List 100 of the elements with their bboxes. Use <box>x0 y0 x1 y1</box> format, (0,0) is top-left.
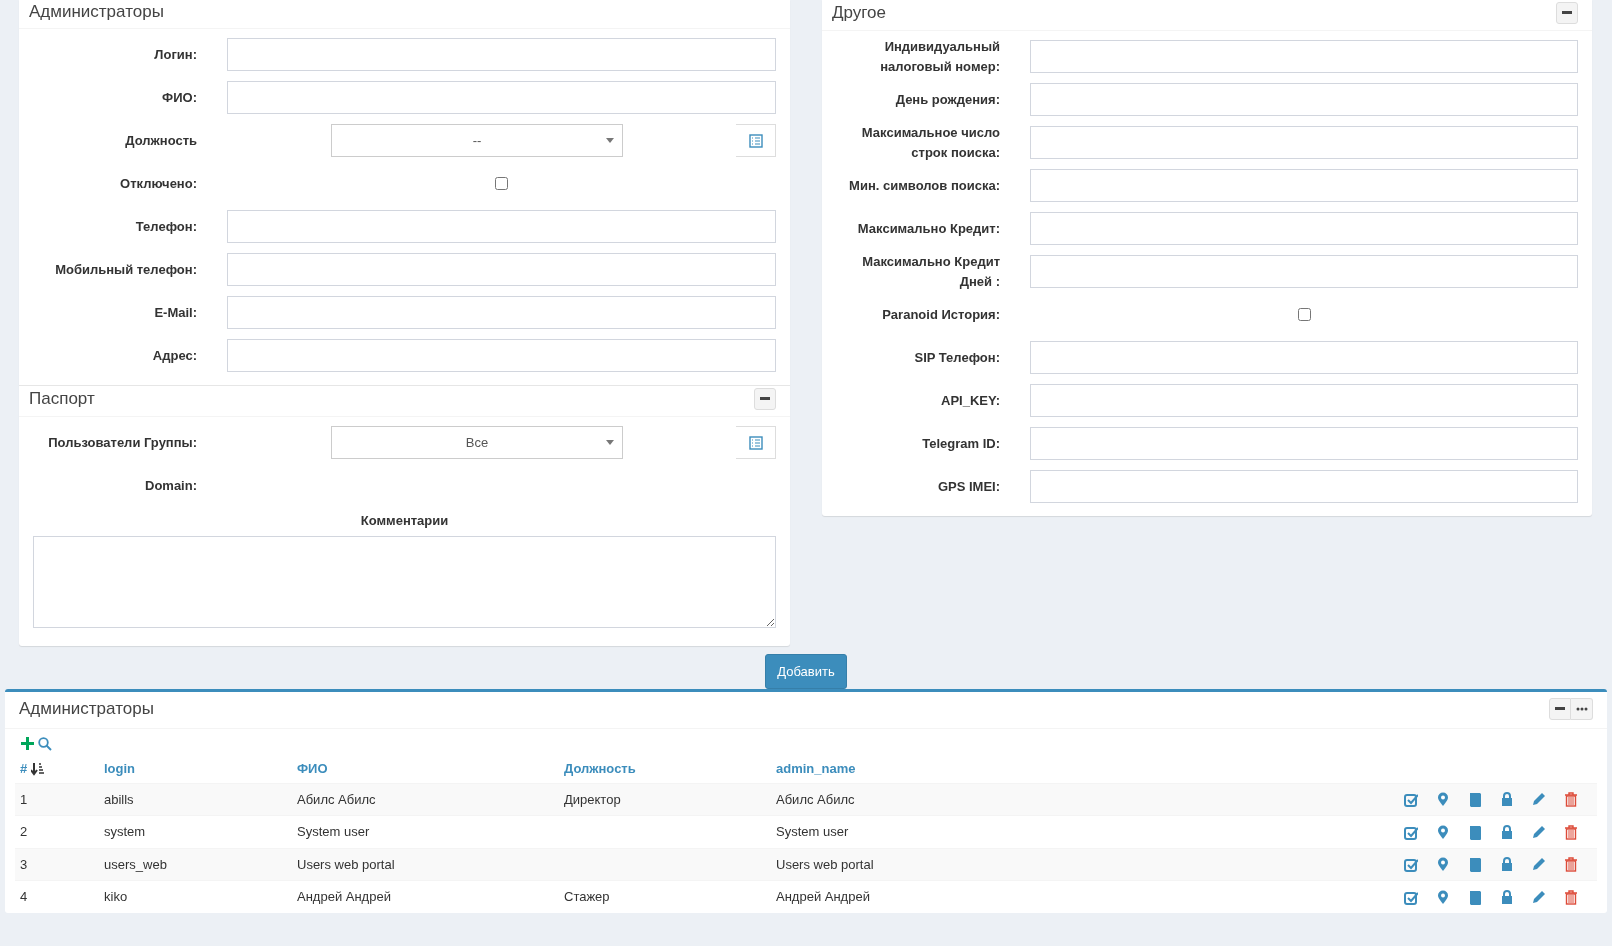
column-header[interactable]: admin_name <box>776 759 856 779</box>
input-field[interactable] <box>227 296 776 330</box>
table-cell: 1 <box>20 791 28 807</box>
field-label: Максимальное число строк поиска: <box>860 124 1000 162</box>
input-field[interactable] <box>227 81 776 115</box>
table-cell: System user <box>776 824 849 840</box>
input-field[interactable] <box>1030 470 1578 503</box>
table-cell: system <box>104 824 146 840</box>
field-label: Адрес: <box>151 347 197 366</box>
comments-field[interactable] <box>33 535 776 628</box>
trash-icon[interactable] <box>1564 824 1578 840</box>
table-cell: Users web portal <box>776 856 874 872</box>
dropdown[interactable]: Все <box>331 426 623 460</box>
pencil-icon[interactable] <box>1532 889 1546 905</box>
input-field[interactable] <box>227 210 776 244</box>
column-header[interactable]: Должность <box>564 759 636 779</box>
checkbox-icon[interactable] <box>1404 824 1418 840</box>
pencil-icon[interactable] <box>1532 824 1546 840</box>
input-field[interactable] <box>1030 384 1578 417</box>
field-label: API_KEY: <box>940 391 1000 410</box>
table-cell: Директор <box>564 791 621 807</box>
input-field[interactable] <box>1030 83 1578 116</box>
trash-icon[interactable] <box>1564 792 1578 808</box>
map-pin-icon[interactable] <box>1436 824 1450 840</box>
input-field[interactable] <box>227 253 776 287</box>
table-cell: abills <box>104 791 134 807</box>
table-cell: Стажер <box>564 889 610 905</box>
book-icon[interactable] <box>1468 889 1482 905</box>
add-button[interactable]: Добавить <box>765 653 847 690</box>
input-field[interactable] <box>1030 169 1578 202</box>
collapse-button[interactable] <box>1556 2 1578 24</box>
input-field[interactable] <box>1030 427 1578 460</box>
field-label: ФИО: <box>161 89 197 108</box>
minus-icon <box>1562 11 1572 15</box>
table-cell: Андрей Андрей <box>776 889 870 905</box>
input-field[interactable] <box>1030 255 1578 288</box>
book-icon[interactable] <box>1468 792 1482 808</box>
table-cell: 3 <box>20 856 28 872</box>
pencil-icon[interactable] <box>1532 792 1546 808</box>
trash-icon[interactable] <box>1564 889 1578 905</box>
checkbox-icon[interactable] <box>1404 792 1418 808</box>
lock-icon[interactable] <box>1500 824 1514 840</box>
table-cell: users_web <box>104 856 167 872</box>
field-label: E-Mail: <box>153 304 197 323</box>
input-field[interactable] <box>227 339 776 373</box>
input-field[interactable] <box>1030 341 1578 374</box>
section-title: Администраторы <box>19 699 154 720</box>
input-field[interactable] <box>227 38 776 72</box>
field-label: Должность <box>124 132 197 151</box>
book-icon[interactable] <box>1468 824 1482 840</box>
sort-icon[interactable] <box>31 762 46 776</box>
field-label: Paranoid История: <box>881 305 1000 324</box>
caret-icon <box>606 440 614 446</box>
minus-icon <box>760 397 770 402</box>
section-title: Другое <box>832 2 886 24</box>
table-cell: Абилс Абилс <box>297 791 376 807</box>
table-cell: kiko <box>104 889 128 905</box>
field-label: Максимально Кредит: <box>856 219 1000 238</box>
minus-icon <box>1555 707 1565 712</box>
lock-icon[interactable] <box>1500 857 1514 873</box>
checkbox[interactable] <box>495 177 508 191</box>
field-label: Телефон: <box>134 218 197 237</box>
list-button[interactable] <box>736 124 776 158</box>
input-field[interactable] <box>1030 40 1578 73</box>
pencil-icon[interactable] <box>1532 857 1546 873</box>
table-cell: System user <box>297 824 370 840</box>
field-label: GPS IMEI: <box>936 477 1000 496</box>
column-header[interactable]: # <box>20 759 28 779</box>
list-button[interactable] <box>736 426 776 460</box>
field-label: Telegram ID: <box>921 434 1000 453</box>
map-pin-icon[interactable] <box>1436 857 1450 873</box>
input-field[interactable] <box>1030 212 1578 245</box>
collapse-button[interactable] <box>1549 698 1571 721</box>
column-header[interactable]: ФИО <box>297 759 328 779</box>
trash-icon[interactable] <box>1564 857 1578 873</box>
lock-icon[interactable] <box>1500 792 1514 808</box>
field-label: Пользователи Группы: <box>47 434 197 453</box>
checkbox-icon[interactable] <box>1404 889 1418 905</box>
search-icon[interactable] <box>38 737 52 752</box>
section-title: Паспорт <box>29 389 95 410</box>
list-icon <box>748 133 763 148</box>
checkbox-icon[interactable] <box>1404 857 1418 873</box>
table-cell: 4 <box>20 889 28 905</box>
table-cell: Абилс Абилс <box>776 791 855 807</box>
dropdown[interactable]: -- <box>331 124 623 158</box>
field-label: Мин. символов поиска: <box>848 176 1000 195</box>
input-field[interactable] <box>1030 126 1578 159</box>
column-header[interactable]: login <box>104 759 136 779</box>
field-label: День рождения: <box>894 90 1000 109</box>
book-icon[interactable] <box>1468 857 1482 873</box>
plus-icon[interactable] <box>21 737 34 751</box>
list-icon <box>748 435 763 450</box>
map-pin-icon[interactable] <box>1436 792 1450 808</box>
lock-icon[interactable] <box>1500 889 1514 905</box>
collapse-button[interactable] <box>754 388 776 411</box>
map-pin-icon[interactable] <box>1436 889 1450 905</box>
section-title: Администраторы <box>29 2 164 23</box>
table-cell: Users web portal <box>297 856 395 872</box>
more-button[interactable] <box>1571 698 1593 721</box>
checkbox[interactable] <box>1297 308 1311 321</box>
